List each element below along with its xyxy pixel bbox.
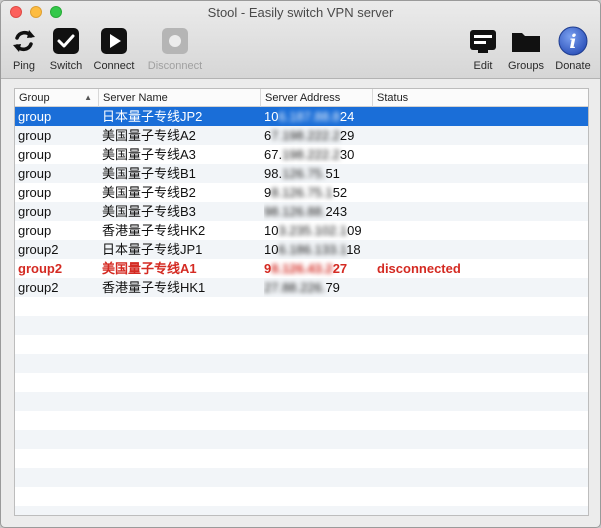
stop-icon: [159, 25, 191, 57]
switch-label: Switch: [49, 60, 83, 72]
cell-server-address: 98.126.75.51: [264, 166, 340, 181]
cell-server-address: 98.126.75.152: [264, 185, 348, 200]
empty-row: [15, 430, 588, 449]
table-row[interactable]: group2 美国量子专线A1 98.126.43.227 disconnect…: [15, 259, 588, 278]
empty-row: [15, 373, 588, 392]
cell-server-address: 67.198.222.229: [264, 128, 355, 143]
folder-icon: [510, 25, 542, 57]
cell-group: group2: [18, 261, 63, 276]
edit-button[interactable]: Edit: [467, 25, 499, 73]
header-server-address[interactable]: Server Address: [261, 89, 373, 107]
table-row[interactable]: group2 香港量子专线HK1 27.88.226.79: [15, 278, 588, 297]
cell-server-name: 美国量子专线B1: [102, 166, 196, 181]
donate-button[interactable]: i Donate: [552, 25, 594, 73]
cell-server-name: 美国量子专线B2: [102, 185, 196, 200]
header-group[interactable]: Group ▲: [15, 89, 99, 107]
header-name-label: Server Name: [103, 92, 168, 104]
cell-group: group: [18, 166, 52, 181]
connect-label: Connect: [93, 60, 135, 72]
cell-server-address: 67.198.222.230: [264, 147, 355, 162]
cell-group: group: [18, 185, 52, 200]
ping-label: Ping: [12, 60, 36, 72]
app-window: Stool - Easily switch VPN server Ping Sw…: [0, 0, 601, 528]
cell-group: group: [18, 204, 52, 219]
table-row[interactable]: group2 日本量子专线JP1 106.186.133.118: [15, 240, 588, 259]
cell-server-name: 香港量子专线HK2: [102, 223, 206, 238]
cell-group: group: [18, 223, 52, 238]
cell-status: [377, 183, 577, 202]
cell-server-name: 香港量子专线HK1: [102, 280, 206, 295]
table-row[interactable]: group 日本量子专线JP2 106.187.88.824: [15, 107, 588, 126]
header-group-label: Group: [19, 92, 50, 104]
sort-ascending-icon: ▲: [84, 93, 92, 102]
table-row[interactable]: group 美国量子专线A3 67.198.222.230: [15, 145, 588, 164]
empty-row: [15, 316, 588, 335]
cell-group: group2: [18, 280, 59, 295]
table-row[interactable]: group 美国量子专线B3 98.126.88.243: [15, 202, 588, 221]
empty-row: [15, 506, 588, 515]
table-row[interactable]: group 美国量子专线B1 98.126.75.51: [15, 164, 588, 183]
table-body: group 日本量子专线JP2 106.187.88.824 group 美国量…: [15, 107, 588, 515]
groups-label: Groups: [507, 60, 545, 72]
cell-server-address: 103.235.102.109: [264, 223, 362, 238]
header-status-label: Status: [377, 92, 409, 104]
title-bar: Stool - Easily switch VPN server Ping Sw…: [1, 1, 600, 79]
empty-row: [15, 392, 588, 411]
table-row[interactable]: group 美国量子专线A2 67.198.222.229: [15, 126, 588, 145]
cell-server-address: 106.186.133.118: [264, 242, 361, 257]
cell-group: group: [18, 128, 52, 143]
switch-button[interactable]: Switch: [46, 25, 86, 73]
header-server-name[interactable]: Server Name: [99, 89, 261, 107]
empty-row: [15, 297, 588, 316]
ping-button[interactable]: Ping: [7, 25, 41, 73]
header-address-label: Server Address: [265, 92, 341, 104]
empty-row: [15, 335, 588, 354]
cell-group: group: [18, 147, 52, 162]
header-status[interactable]: Status: [373, 89, 588, 107]
connect-button[interactable]: Connect: [91, 25, 137, 73]
empty-row: [15, 487, 588, 506]
cell-status: [377, 221, 577, 240]
cell-group: group: [18, 109, 52, 124]
cell-server-address: 106.187.88.824: [264, 109, 355, 124]
cell-server-name: 美国量子专线A1: [102, 261, 197, 276]
cell-server-address: 27.88.226.79: [264, 280, 340, 295]
checkmark-icon: [50, 25, 82, 57]
empty-row: [15, 449, 588, 468]
cell-server-name: 美国量子专线A2: [102, 128, 196, 143]
empty-row: [15, 354, 588, 373]
groups-button[interactable]: Groups: [505, 25, 547, 73]
cell-server-name: 日本量子专线JP1: [102, 242, 203, 257]
edit-label: Edit: [473, 60, 493, 72]
empty-row: [15, 411, 588, 430]
edit-icon: [467, 25, 499, 57]
donate-label: Donate: [555, 60, 591, 72]
cell-status: [377, 164, 577, 183]
cell-server-address: 98.126.43.227: [264, 261, 348, 276]
info-icon: i: [557, 25, 589, 57]
cell-server-address: 98.126.88.243: [264, 204, 348, 219]
empty-row: [15, 468, 588, 487]
svg-text:i: i: [569, 31, 576, 53]
cell-status: [377, 240, 577, 259]
cell-status: [377, 145, 577, 164]
cell-status: [377, 278, 577, 297]
cell-server-name: 日本量子专线JP2: [102, 109, 203, 124]
cell-status: disconnected: [377, 261, 461, 276]
cell-status: [377, 202, 577, 221]
table-row[interactable]: group 美国量子专线B2 98.126.75.152: [15, 183, 588, 202]
cell-status: [377, 126, 577, 145]
cell-group: group2: [18, 242, 59, 257]
table-row[interactable]: group 香港量子专线HK2 103.235.102.109: [15, 221, 588, 240]
refresh-icon: [8, 25, 40, 57]
disconnect-button[interactable]: Disconnect: [144, 25, 206, 73]
table-header: Group ▲ Server Name Server Address Statu…: [15, 89, 588, 107]
server-table[interactable]: Group ▲ Server Name Server Address Statu…: [14, 88, 589, 516]
cell-server-name: 美国量子专线B3: [102, 204, 196, 219]
disconnect-label: Disconnect: [147, 60, 203, 72]
cell-status: [377, 107, 577, 126]
cell-server-name: 美国量子专线A3: [102, 147, 196, 162]
window-title: Stool - Easily switch VPN server: [207, 5, 394, 20]
play-icon: [98, 25, 130, 57]
